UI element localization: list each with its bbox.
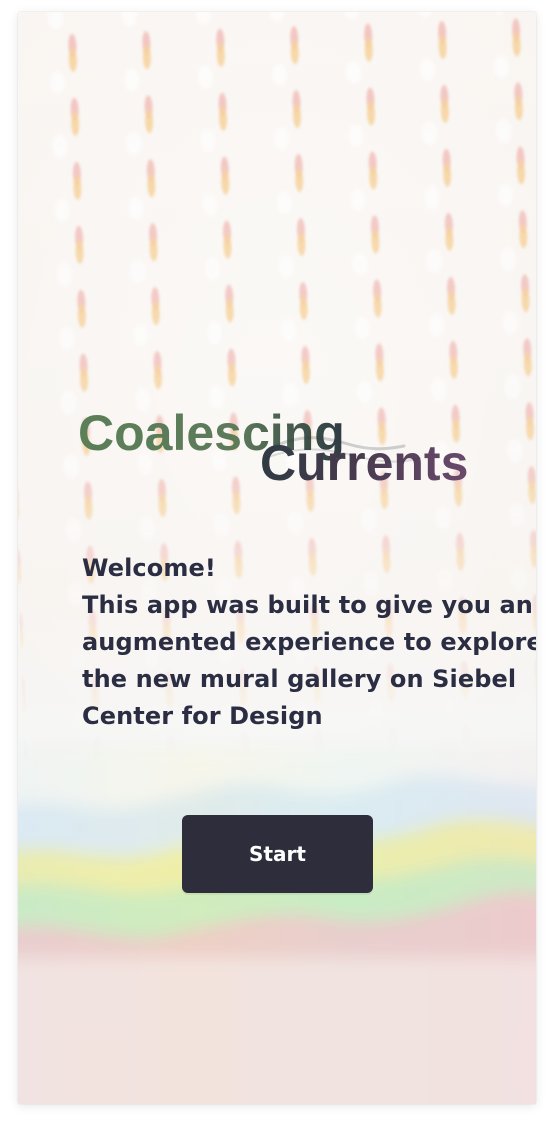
coalescing-currents-logo: Coalescing Currents [78,405,468,491]
welcome-line-4: the new mural gallery on Siebel [82,665,517,693]
screen: Coalescing Currents Welcome! This app wa… [18,12,536,1104]
welcome-line-1: Welcome! [82,554,216,582]
welcome-line-3: augmented experience to explore [82,628,536,656]
start-button[interactable]: Start [182,815,373,893]
welcome-line-2: This app was built to give you an [82,591,533,619]
logo-word-2: Currents [260,435,468,491]
welcome-line-5: Center for Design [82,702,323,730]
app-logo-title: Coalescing Currents [78,392,498,512]
welcome-text: Welcome! This app was built to give you … [82,550,536,735]
